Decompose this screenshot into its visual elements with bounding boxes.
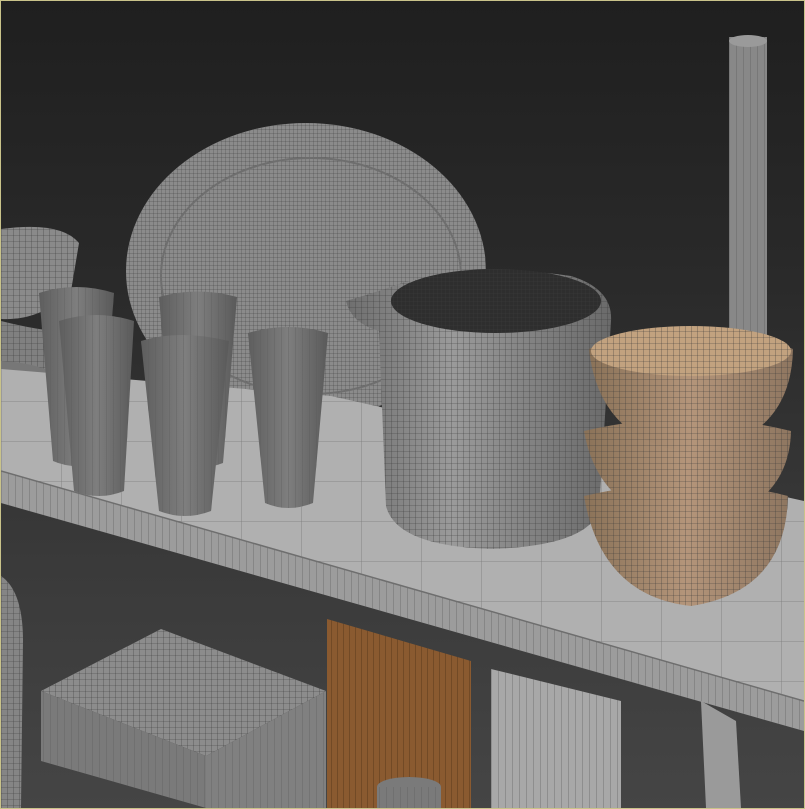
wireframe-scene bbox=[1, 35, 804, 808]
square-plate-stack bbox=[41, 629, 326, 808]
left-jar bbox=[1, 576, 23, 808]
3d-viewport[interactable] bbox=[0, 0, 805, 809]
upright-pole bbox=[729, 35, 767, 337]
small-cup bbox=[377, 777, 441, 808]
stacked-bowls bbox=[584, 326, 793, 606]
